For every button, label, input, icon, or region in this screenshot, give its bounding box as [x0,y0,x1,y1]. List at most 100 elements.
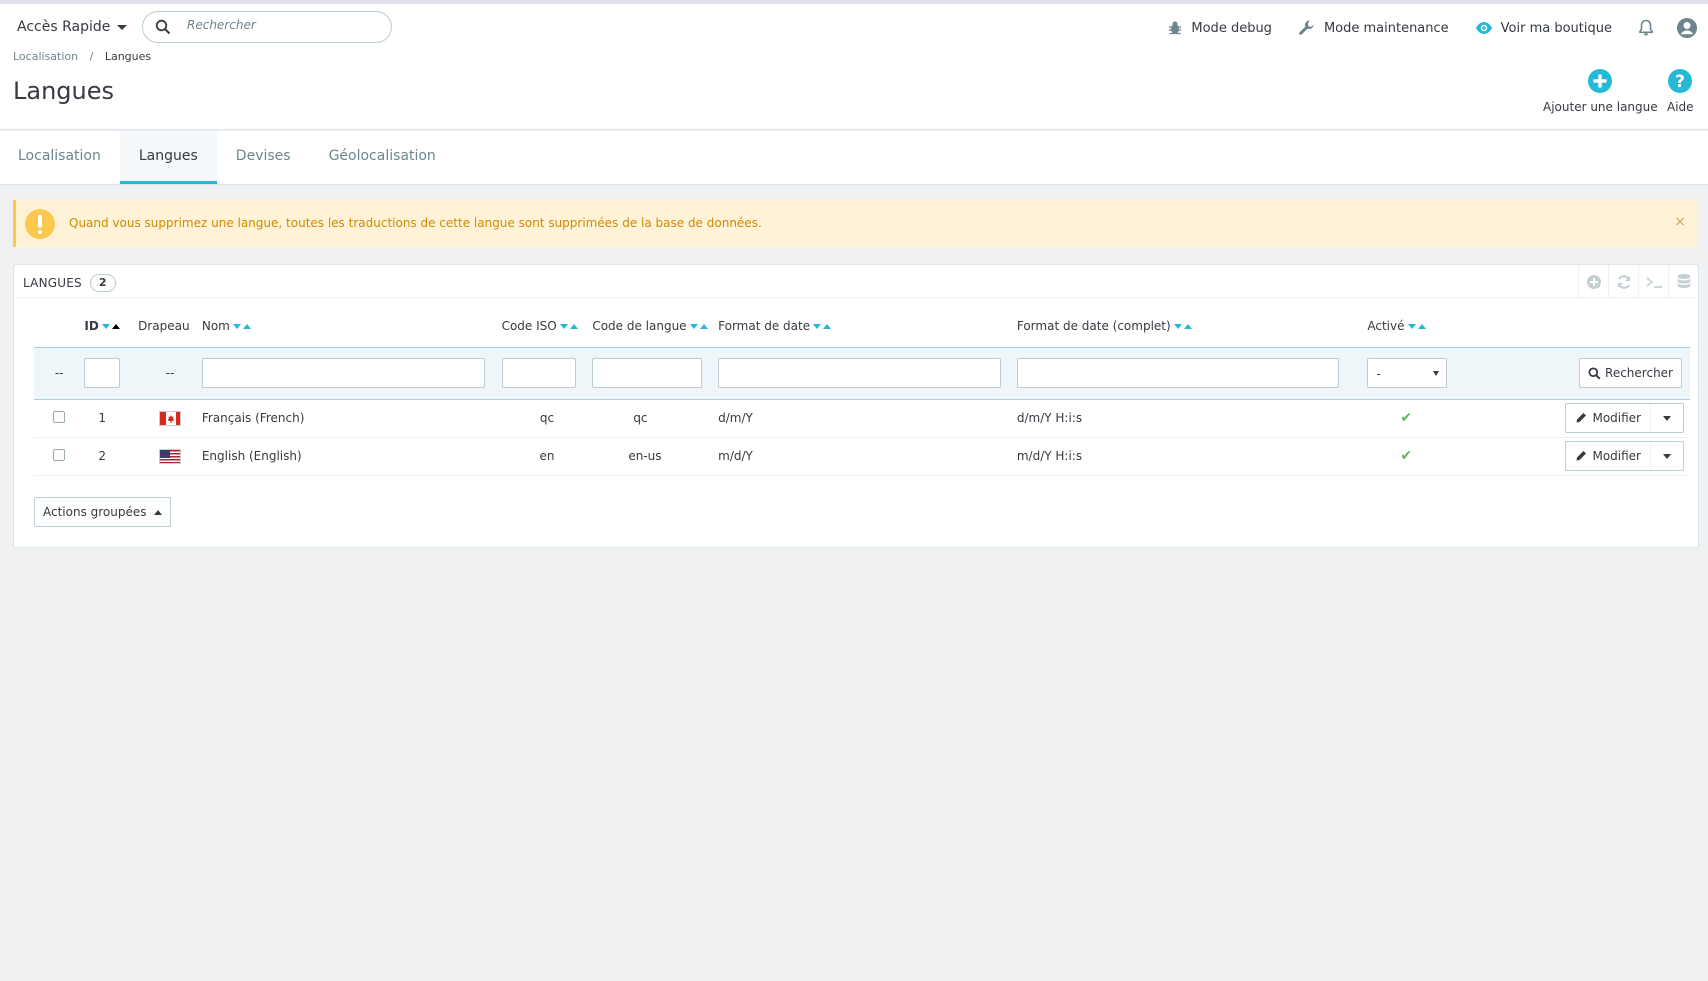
pencil-icon [1576,451,1587,461]
col-header-lang-code[interactable]: Code de langue [592,305,718,347]
sql-query-tool[interactable] [1638,265,1668,298]
table-header-row: ID Drapeau Nom Code ISO Code de langue F… [34,305,1690,347]
filter-id-input[interactable] [84,358,121,388]
sort-arrows-icon[interactable] [689,319,708,333]
panel-title: LANGUES 2 [23,274,116,292]
tab-geolocalisation[interactable]: Géolocalisation [310,131,455,184]
header-search[interactable] [142,11,392,43]
sort-arrows-icon[interactable] [1407,319,1426,333]
col-header-id[interactable]: ID [84,305,138,347]
tab-devises[interactable]: Devises [217,131,310,184]
header-search-input[interactable] [187,18,377,32]
breadcrumb-separator: / [89,50,94,63]
col-header-name[interactable]: Nom [202,305,502,347]
sort-arrows-icon[interactable] [232,319,251,333]
table-row: 1 Français (French) qc qc d/m/Y d/m/Y H:… [34,399,1690,438]
cell-id: 1 [84,399,139,438]
filter-active-select[interactable]: - [1367,358,1448,388]
edit-label: Modifier [1592,449,1641,463]
notifications-button[interactable] [1638,19,1654,37]
user-account-button[interactable] [1676,17,1698,39]
cell-date-format: d/m/Y [718,399,1017,438]
database-icon [1677,273,1690,288]
sort-arrows-icon[interactable] [1173,319,1192,333]
col-header-select [34,305,84,347]
help-label: Aide [1667,100,1694,114]
maintenance-mode-label: Mode maintenance [1323,20,1449,36]
tab-langues[interactable]: Langues [119,131,217,184]
flag-usa-icon [158,448,181,464]
bell-icon [1639,19,1653,36]
search-icon [1588,366,1601,379]
plus-circle-icon [1588,69,1613,93]
bulk-actions-button[interactable]: Actions groupées [34,497,171,527]
view-shop-link[interactable]: Voir ma boutique [1475,21,1612,36]
filter-search-label: Rechercher [1605,366,1673,380]
filter-lang-code-input[interactable] [592,358,703,388]
filter-iso-input[interactable] [501,358,576,388]
eye-icon [1475,22,1492,34]
edit-button[interactable]: Modifier [1566,404,1651,432]
breadcrumb-current: Langues [104,50,152,63]
debug-mode-link[interactable]: Mode debug [1167,20,1272,36]
caret-down-icon [1663,453,1671,459]
plus-circle-icon [1586,274,1601,289]
row-action-group: Modifier [1565,441,1684,471]
quick-access-label: Accès Rapide [17,19,111,35]
active-check-icon[interactable]: ✔ [1400,448,1412,464]
breadcrumb: Localisation / Langues [13,50,151,63]
view-shop-label: Voir ma boutique [1500,20,1612,36]
filter-row: -- -- - Rechercher [34,346,1690,400]
breadcrumb-localisation[interactable]: Localisation [13,50,78,63]
page-title: Langues [13,77,115,105]
warning-alert: Quand vous supprimez une langue, toutes … [13,200,1698,247]
page-header: Localisation / Langues Langues Ajouter u… [0,44,1708,130]
col-header-iso[interactable]: Code ISO [502,305,593,347]
add-language-button[interactable]: Ajouter une langue [1543,68,1658,114]
languages-panel: LANGUES 2 ID Drapeau Nom Code ISO Code d… [13,264,1699,548]
bug-icon [1169,21,1182,35]
warning-message: Quand vous supprimez une langue, toutes … [69,216,762,230]
edit-button[interactable]: Modifier [1566,442,1651,470]
help-button[interactable]: ? Aide [1667,68,1694,114]
sort-arrows-icon[interactable] [559,319,578,333]
maintenance-mode-link[interactable]: Mode maintenance [1298,19,1449,37]
filter-date-format-input[interactable] [718,358,1002,388]
user-avatar-icon [1677,18,1697,38]
row-actions-dropdown[interactable] [1651,442,1683,470]
row-actions-dropdown[interactable] [1651,404,1683,432]
sort-arrows-icon[interactable] [101,319,120,333]
bulk-actions-label: Actions groupées [43,505,147,519]
col-header-active[interactable]: Activé [1367,305,1565,347]
sort-arrows-icon[interactable] [813,319,832,333]
cell-lang-code: qc [592,399,719,438]
panel-title-text: LANGUES [23,276,82,290]
filter-active-value: - [1376,367,1381,381]
svg-text:?: ? [1675,72,1685,92]
col-header-actions [1565,305,1690,347]
tab-localisation[interactable]: Localisation [0,131,120,184]
row-checkbox[interactable] [53,448,66,461]
help-circle-icon: ? [1668,69,1693,93]
refresh-tool[interactable] [1608,265,1638,298]
add-language-label: Ajouter une langue [1543,100,1658,114]
row-checkbox[interactable] [53,410,66,423]
active-check-icon[interactable]: ✔ [1400,410,1412,426]
languages-table: ID Drapeau Nom Code ISO Code de langue F… [34,305,1690,476]
add-new-tool[interactable] [1578,265,1608,298]
filter-date-format-full-input[interactable] [1016,358,1339,388]
cell-name: Français (French) [201,399,502,438]
caret-up-icon [153,509,162,515]
filter-flag-placeholder: -- [138,346,202,400]
row-action-group: Modifier [1565,403,1684,433]
col-header-date-format-full[interactable]: Format de date (complet) [1017,305,1368,347]
filter-search-button[interactable]: Rechercher [1579,358,1682,388]
warning-icon [25,209,55,239]
table-row: 2 English (English) en en-us m/d/Y m/d/Y… [34,437,1690,476]
export-tool[interactable] [1668,265,1698,298]
quick-access-dropdown[interactable]: Accès Rapide [17,19,128,35]
cell-name: English (English) [201,437,502,476]
filter-name-input[interactable] [201,358,485,388]
col-header-date-format[interactable]: Format de date [718,305,1017,347]
close-alert-button[interactable]: × [1674,214,1686,230]
